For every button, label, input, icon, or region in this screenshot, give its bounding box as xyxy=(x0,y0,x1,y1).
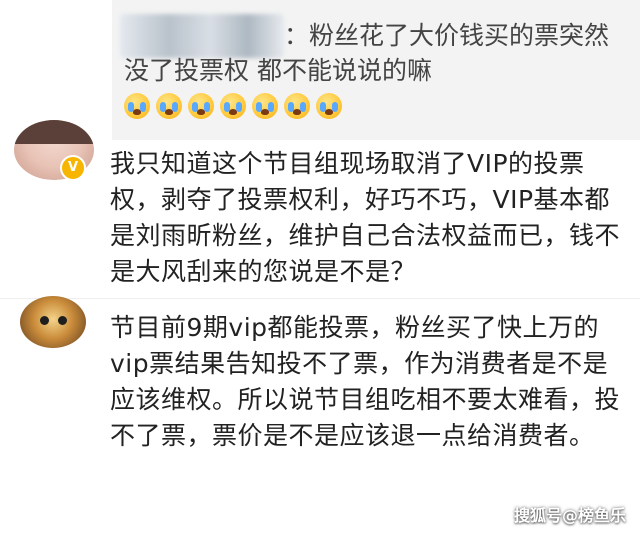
crying-face-icon xyxy=(284,93,310,119)
crying-face-icon xyxy=(188,93,214,119)
crying-face-icon xyxy=(220,93,246,119)
divider xyxy=(0,298,640,299)
comment-text-1: 我只知道这个节目组现场取消了VIP的投票权，剥夺了投票权利，好巧不巧，VIP基本… xyxy=(110,149,621,286)
verified-badge-icon: V xyxy=(60,155,86,181)
avatar[interactable] xyxy=(20,296,86,348)
quoted-comment-text: ：粉丝花了大价钱买的票突然没了投票权 都不能说说的嘛 xyxy=(124,18,630,123)
crying-face-icon xyxy=(124,93,150,119)
crying-face-icon xyxy=(252,93,278,119)
quoted-comment-box: ：粉丝花了大价钱买的票突然没了投票权 都不能说说的嘛 xyxy=(112,0,640,140)
comment-text-2: 节目前9期vip都能投票，粉丝买了快上万的vip票结果告知投不了票，作为消费者是… xyxy=(110,313,621,450)
emoji-row xyxy=(124,91,348,120)
crying-face-icon xyxy=(316,93,342,119)
watermark: 搜狐号@榜鱼乐 xyxy=(513,506,626,525)
crying-face-icon xyxy=(156,93,182,119)
